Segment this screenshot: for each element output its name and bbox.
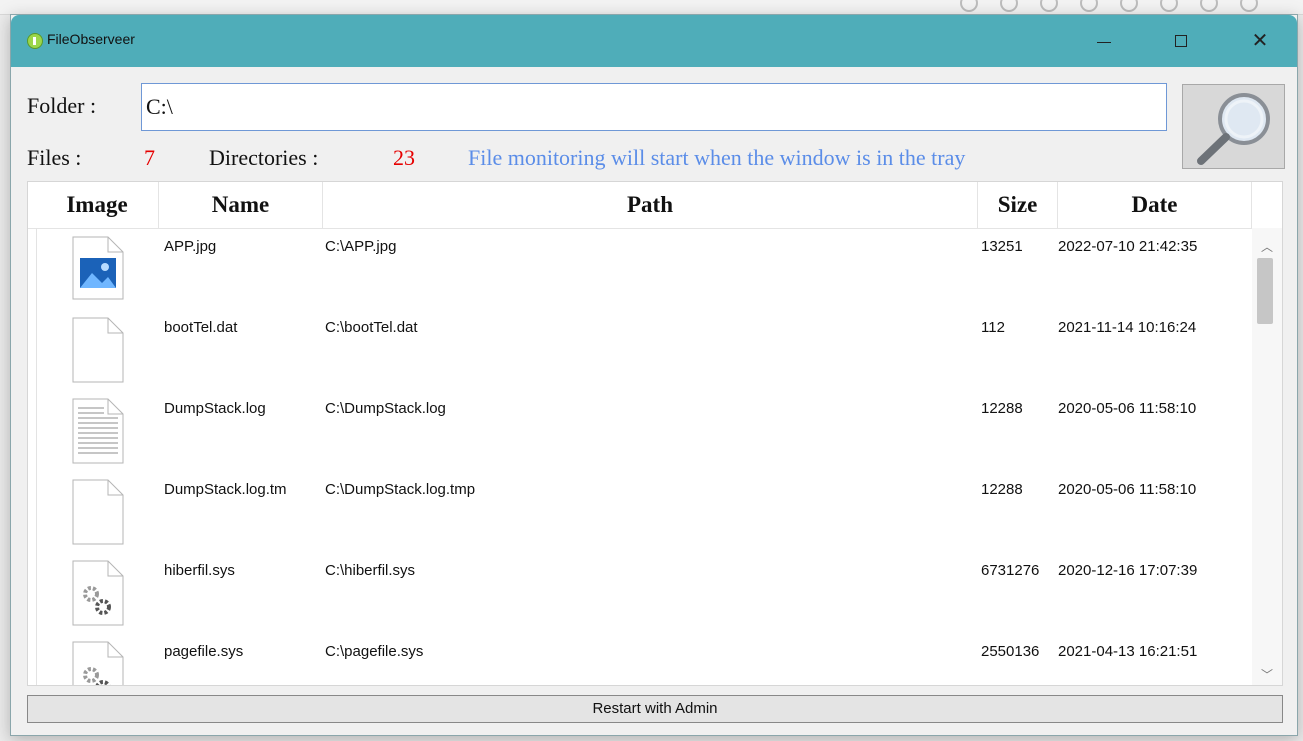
row-size: 12288 [981,481,1023,498]
table-row[interactable]: DumpStack.log.tm C:\DumpStack.log.tmp 12… [28,471,1252,552]
row-name: DumpStack.log [164,400,266,417]
scrollbar-thumb[interactable] [1257,258,1273,324]
title-bar[interactable]: FileObserveer ✕ [11,15,1297,67]
files-label: Files : [27,145,82,170]
table-header: Image Name Path Size Date [28,182,1252,229]
background-app-strip [0,0,1303,15]
table-row[interactable]: DumpStack.log C:\DumpStack.log 12288 202… [28,390,1252,471]
row-size: 12288 [981,400,1023,417]
text-file-icon [72,398,124,464]
row-path: C:\DumpStack.log.tmp [325,481,476,498]
row-size: 6731276 [981,562,1040,579]
table-row[interactable]: hiberfil.sys C:\hiberfil.sys 6731276 202… [28,552,1252,633]
scroll-down-icon[interactable]: ﹀ [1261,666,1273,683]
row-date: 2021-04-13 16:21:51 [1058,643,1198,660]
table-row[interactable]: bootTel.dat C:\bootTel.dat 112 2021-11-1… [28,309,1252,390]
blank-file-icon [72,317,124,383]
row-date: 2022-07-10 21:42:35 [1058,238,1198,255]
table-row[interactable]: pagefile.sys C:\pagefile.sys 2550136 202… [28,633,1252,685]
column-header-path[interactable]: Path [323,182,978,228]
close-button[interactable]: ✕ [1240,23,1280,59]
column-header-name[interactable]: Name [159,182,323,228]
row-name: pagefile.sys [164,643,244,660]
row-date: 2020-05-06 11:58:10 [1058,400,1197,417]
row-size: 112 [981,319,1005,336]
row-path: C:\pagefile.sys [325,643,424,660]
row-date: 2021-11-14 10:16:24 [1058,319,1197,336]
scroll-up-icon[interactable]: ︿ [1261,238,1273,255]
files-count: 7 [144,145,155,170]
directories-label: Directories : [209,145,319,170]
row-path: C:\APP.jpg [325,238,397,255]
minimize-icon [1097,41,1111,43]
row-name: bootTel.dat [164,319,238,336]
window-title: FileObserveer [47,31,135,47]
system-file-icon [72,641,124,685]
image-file-icon [72,236,124,300]
folder-label: Folder : [27,93,97,118]
row-name: DumpStack.log.tm [164,481,287,498]
minimize-button[interactable] [1084,23,1124,59]
file-observer-window: FileObserveer ✕ Folder : Files : 7 Direc… [10,14,1298,736]
row-date: 2020-05-06 11:58:10 [1058,481,1197,498]
file-table[interactable]: Image Name Path Size Date APP.jpg C:\APP… [27,181,1283,686]
row-path: C:\bootTel.dat [325,319,418,336]
search-button[interactable] [1182,84,1285,169]
row-size: 13251 [981,238,1023,255]
row-name: hiberfil.sys [164,562,235,579]
column-header-size[interactable]: Size [978,182,1058,228]
table-row[interactable]: APP.jpg C:\APP.jpg 13251 2022-07-10 21:4… [28,228,1252,309]
maximize-button[interactable] [1161,23,1201,59]
column-header-date[interactable]: Date [1058,182,1252,228]
system-file-icon [72,560,124,626]
maximize-icon [1175,35,1187,47]
vertical-scrollbar[interactable]: ︿ ﹀ [1252,228,1282,685]
magnifier-icon [1197,93,1270,165]
row-path: C:\DumpStack.log [325,400,446,417]
row-date: 2020-12-16 17:07:39 [1058,562,1198,579]
monitoring-notice: File monitoring will start when the wind… [468,145,966,170]
folder-input[interactable] [141,83,1167,131]
row-size: 2550136 [981,643,1040,660]
close-icon: ✕ [1251,30,1269,52]
row-path: C:\hiberfil.sys [325,562,416,579]
app-icon [27,33,43,49]
column-header-image[interactable]: Image [36,182,159,228]
restart-with-admin-button[interactable]: Restart with Admin [27,695,1283,723]
blank-file-icon [72,479,124,545]
row-name: APP.jpg [164,238,217,255]
directories-count: 23 [393,145,415,170]
